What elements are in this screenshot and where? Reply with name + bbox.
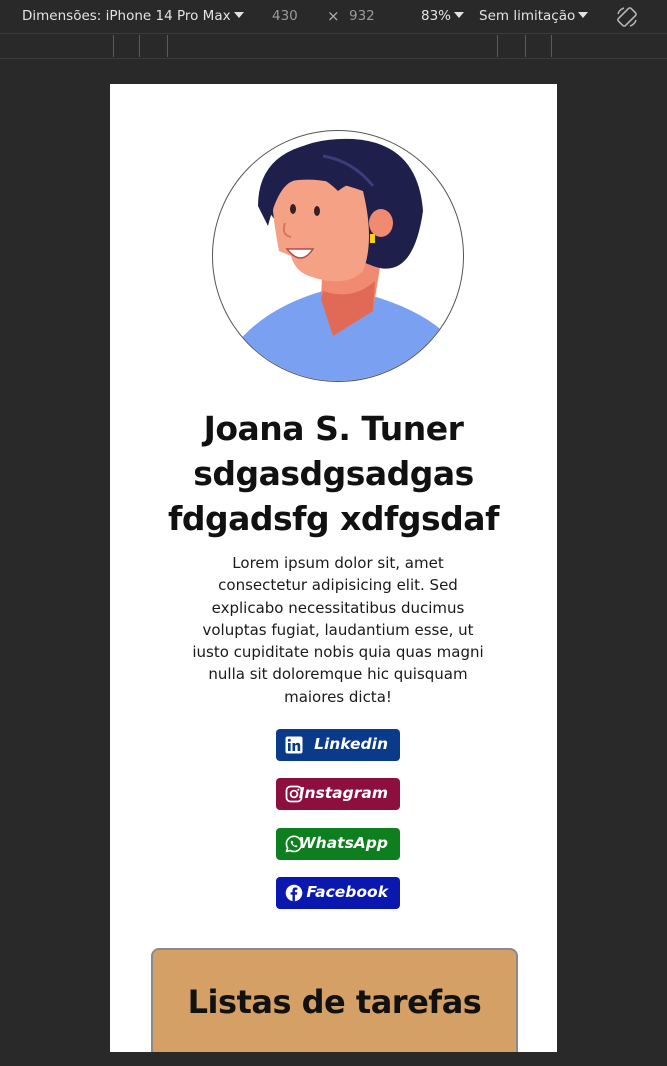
throttle-select[interactable]: Sem limitação — [479, 8, 589, 24]
ruler-mark — [167, 35, 168, 57]
facebook-icon — [285, 884, 303, 902]
height-input[interactable]: 932 — [349, 8, 375, 24]
zoom-label: 83% — [421, 8, 452, 24]
width-input[interactable]: 430 — [272, 8, 298, 24]
ruler-mark — [113, 35, 114, 57]
devtools-toolbar: Dimensões: iPhone 14 Pro Max 430 × 932 8… — [0, 0, 667, 34]
instagram-button[interactable]: Instagram — [276, 778, 400, 810]
device-dimensions-select[interactable]: Dimensões: iPhone 14 Pro Max — [22, 8, 244, 24]
linkedin-icon — [285, 736, 303, 754]
times-icon: × — [327, 7, 340, 25]
profile-bio: Lorem ipsum dolor sit, amet consectetur … — [192, 554, 484, 706]
linkedin-label: Linkedin — [314, 735, 388, 753]
task-lists-title: Listas de tarefas — [187, 983, 482, 1021]
ruler-mark — [139, 35, 140, 57]
avatar — [212, 130, 464, 382]
throttle-label: Sem limitação — [479, 8, 576, 24]
ruler-mark — [497, 35, 498, 57]
instagram-label: Instagram — [298, 784, 388, 802]
zoom-select[interactable]: 83% — [421, 8, 465, 24]
chevron-down-icon — [233, 12, 244, 18]
rotate-icon[interactable] — [615, 5, 639, 29]
whatsapp-button[interactable]: WhatsApp — [276, 828, 400, 860]
ruler-mark — [525, 35, 526, 57]
task-lists-card[interactable]: Listas de tarefas — [151, 948, 518, 1052]
media-query-ruler — [0, 35, 667, 59]
facebook-button[interactable]: Facebook — [276, 877, 400, 909]
whatsapp-label: WhatsApp — [298, 834, 388, 852]
ruler-mark — [551, 35, 552, 57]
profile-name: Joana S. Tuner sdgasdgsadgas fdgadsfg xd… — [168, 409, 499, 538]
device-viewport: Joana S. Tuner sdgasdgsadgas fdgadsfg xd… — [110, 84, 557, 1052]
facebook-label: Facebook — [306, 883, 388, 901]
chevron-down-icon — [454, 12, 465, 18]
chevron-down-icon — [578, 12, 589, 18]
avatar-illustration — [214, 138, 463, 381]
device-dimensions-label: Dimensões: iPhone 14 Pro Max — [22, 8, 231, 24]
linkedin-button[interactable]: Linkedin — [276, 729, 400, 761]
